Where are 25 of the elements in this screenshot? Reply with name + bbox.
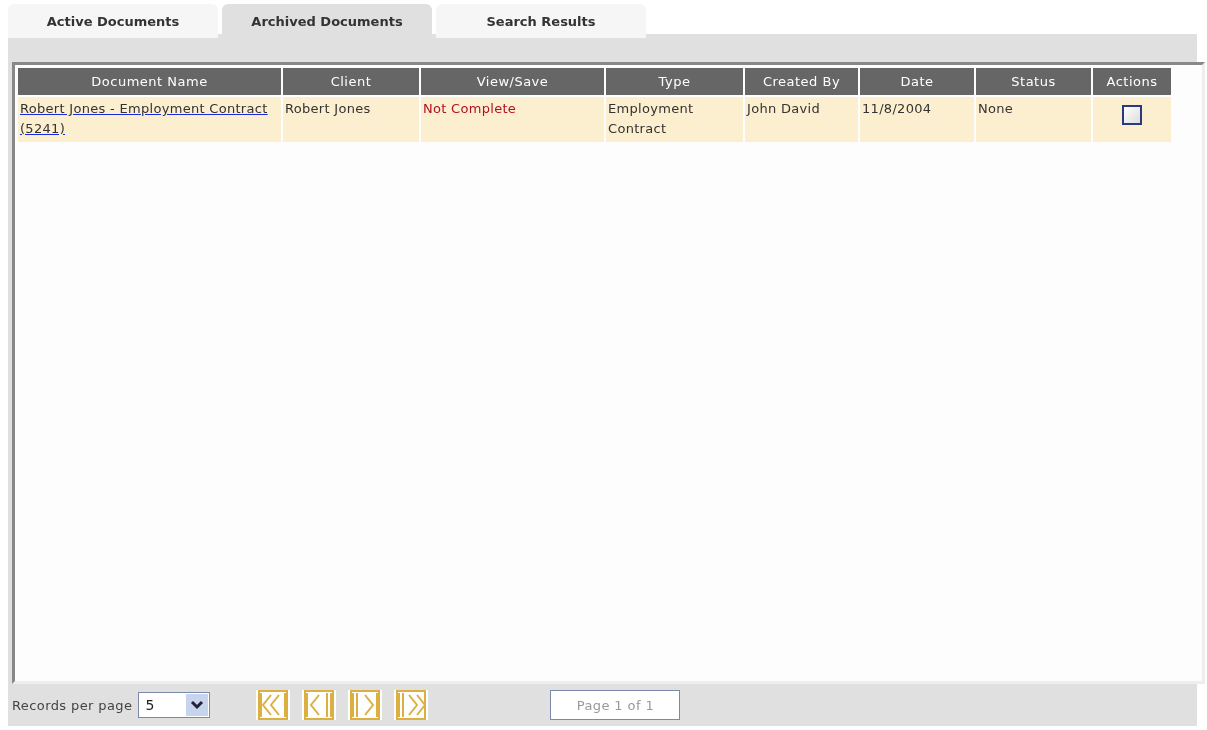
table-cell: 11/8/2004 bbox=[862, 101, 932, 116]
first-page-button[interactable] bbox=[256, 690, 291, 720]
column-header: Created By bbox=[745, 68, 858, 97]
prev-page-button[interactable] bbox=[302, 690, 337, 720]
last-page-button[interactable] bbox=[394, 690, 429, 720]
column-header: Client bbox=[283, 68, 419, 97]
tab[interactable]: Search Results bbox=[436, 4, 646, 38]
records-per-page-select[interactable]: 5 bbox=[138, 692, 211, 718]
page-indicator: Page 1 of 1 bbox=[550, 690, 681, 720]
status-link[interactable]: Not Complete bbox=[423, 101, 517, 116]
table-cell: John David bbox=[747, 101, 820, 116]
next-page-button[interactable] bbox=[348, 690, 383, 720]
tab[interactable]: Active Documents bbox=[8, 4, 218, 38]
column-header: View/Save bbox=[421, 68, 604, 97]
column-header: Date bbox=[860, 68, 974, 97]
column-header: Type bbox=[606, 68, 743, 97]
caret-icon bbox=[186, 694, 209, 716]
table-cell: Robert Jones bbox=[285, 101, 371, 116]
column-header: Document Name bbox=[18, 68, 281, 97]
column-header: Status bbox=[976, 68, 1091, 97]
table-cell: None bbox=[978, 101, 1014, 116]
records-label: Records per page bbox=[12, 697, 133, 713]
row-checkbox[interactable] bbox=[1122, 105, 1142, 125]
column-header: Actions bbox=[1093, 68, 1171, 97]
table-cell: Employment Contract bbox=[608, 101, 694, 136]
